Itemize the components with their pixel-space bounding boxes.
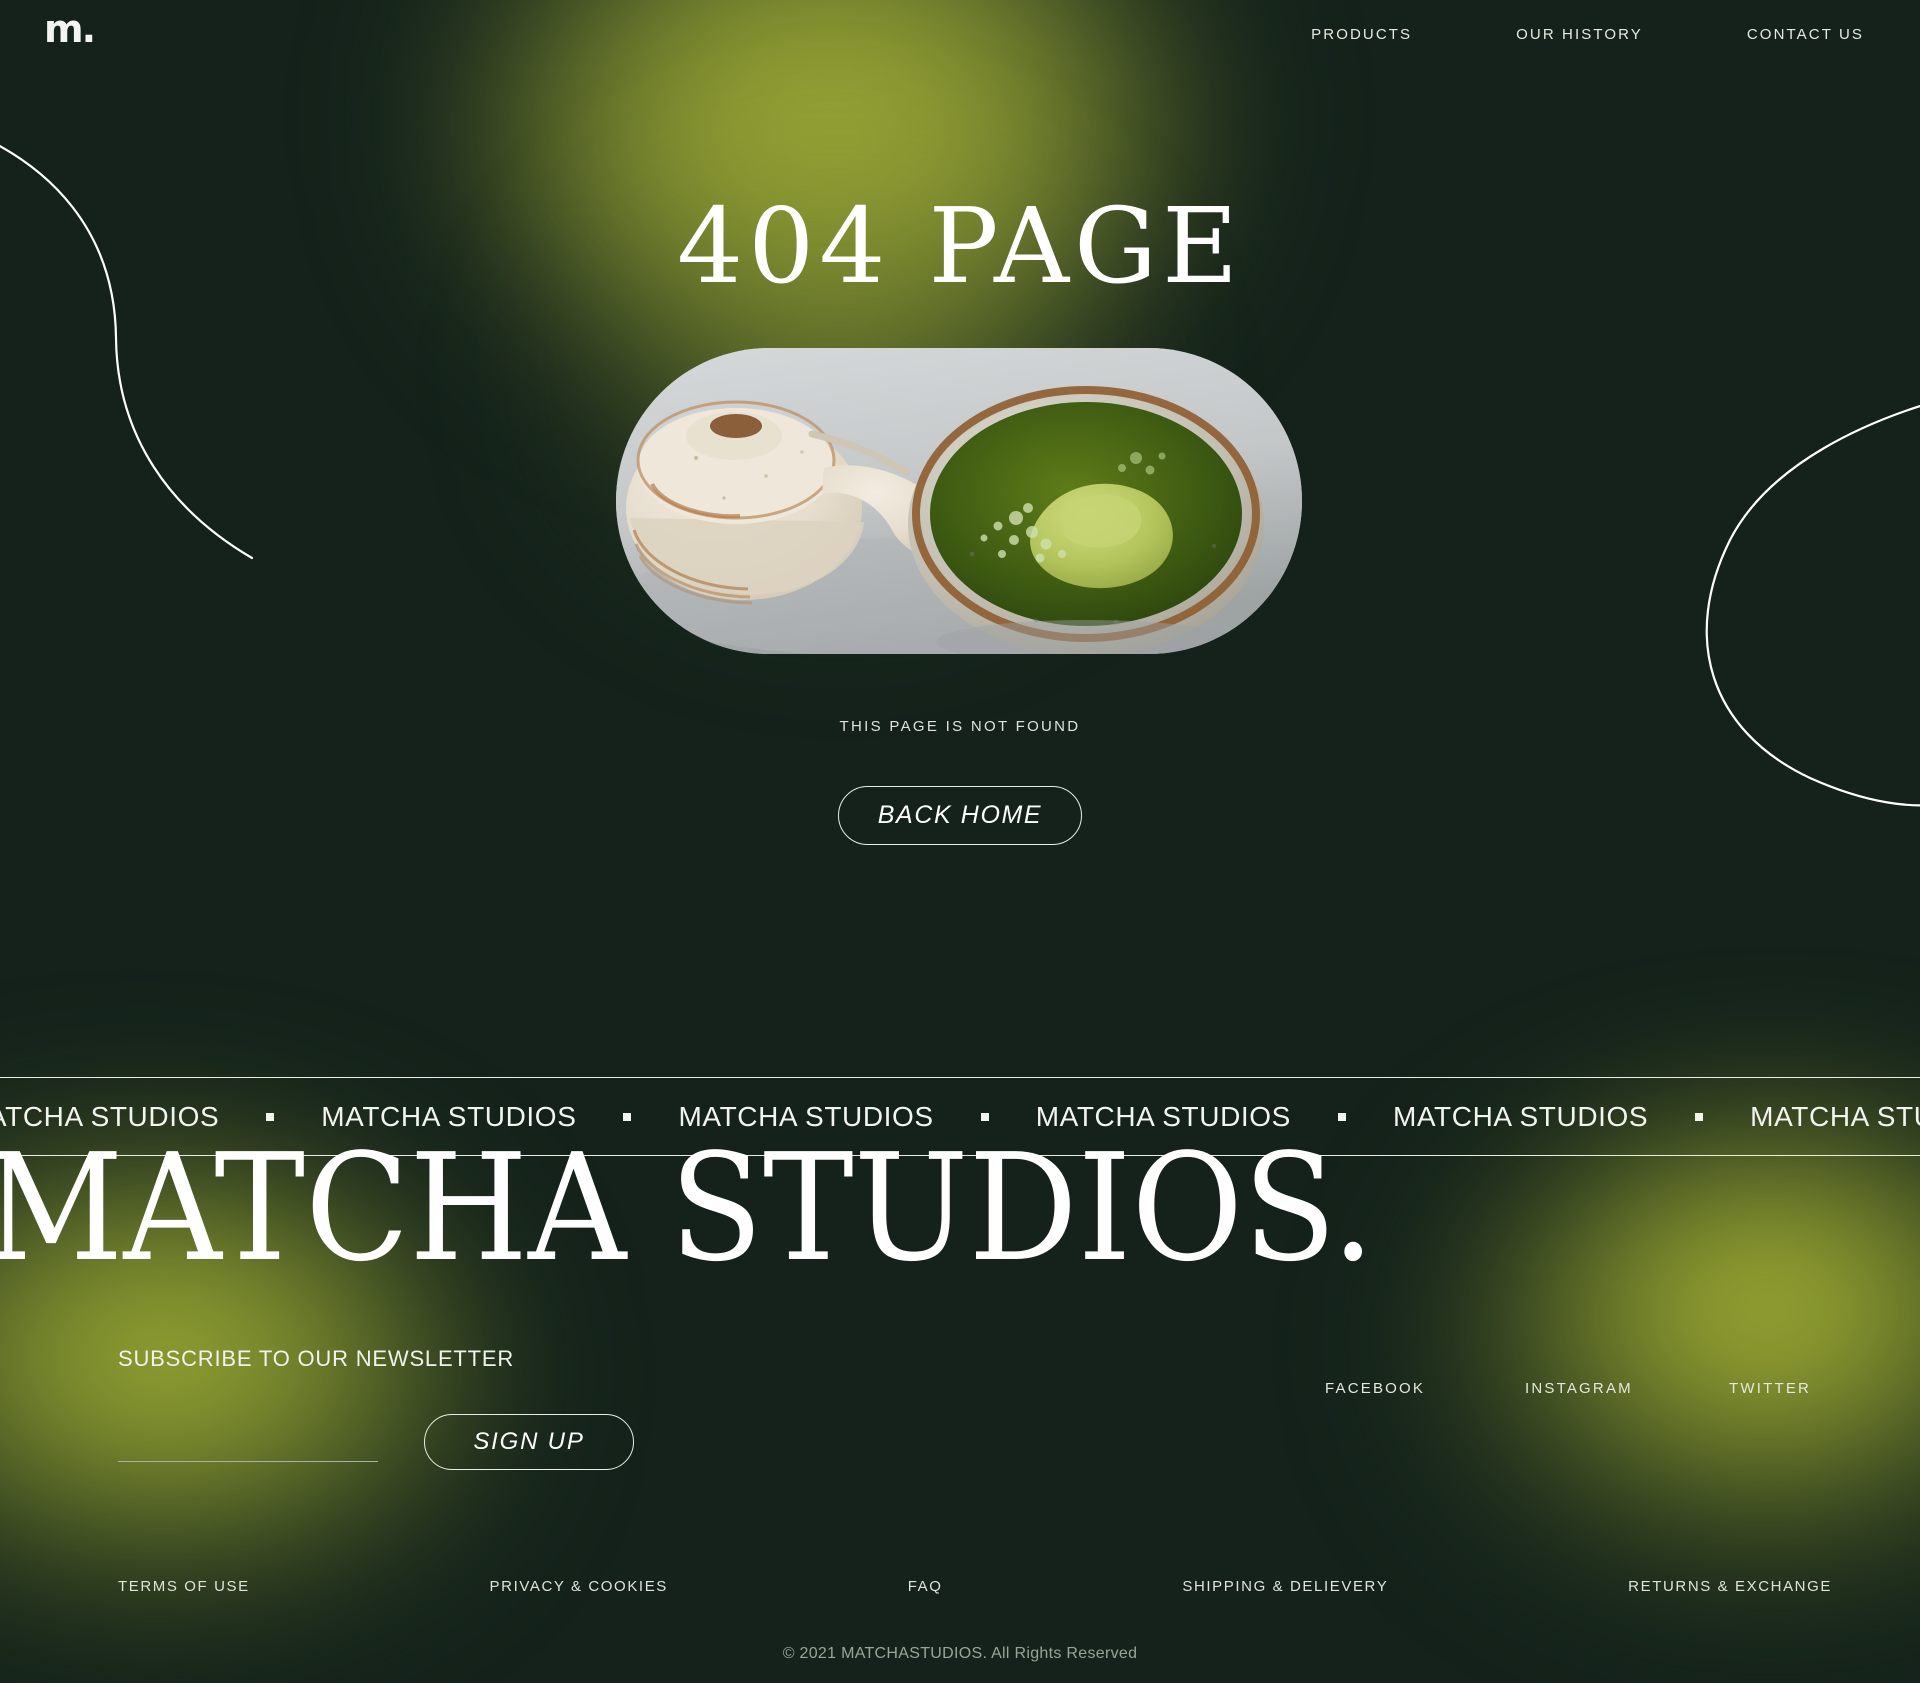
copyright-text: © 2021 MATCHASTUDIOS. All Rights Reserve…	[782, 1645, 1138, 1662]
newsletter-label: SUBSCRIBE TO OUR NEWSLETTER	[118, 1346, 515, 1371]
main-nav: PRODUCTS OUR HISTORY CONTACT US	[1311, 0, 1864, 68]
footer-link-returns-exchange[interactable]: RETURNS & EXCHANGE	[1628, 1578, 1832, 1595]
hero-section: 404 PAGE THIS PAGE IS NOT FOUND BACK HOM…	[0, 0, 1920, 1060]
sign-up-button[interactable]: SIGN UP	[424, 1414, 634, 1470]
hero-subtitle: THIS PAGE IS NOT FOUND	[839, 718, 1081, 735]
nav-item-products[interactable]: PRODUCTS	[1311, 26, 1412, 43]
footer-link-privacy-cookies[interactable]: PRIVACY & COOKIES	[490, 1578, 668, 1595]
marquee-separator-dot-icon	[1695, 1112, 1704, 1121]
footer-link-faq[interactable]: FAQ	[908, 1578, 943, 1595]
newsletter-email-input[interactable]	[118, 1422, 378, 1462]
nav-item-contact-us[interactable]: CONTACT US	[1747, 26, 1864, 43]
page-root: m. PRODUCTS OUR HISTORY CONTACT US 404 P…	[0, 0, 1920, 1683]
footer-links: TERMS OF USE PRIVACY & COOKIES FAQ SHIPP…	[118, 1578, 1832, 1595]
back-home-button[interactable]: BACK HOME	[838, 786, 1082, 845]
nav-item-our-history[interactable]: OUR HISTORY	[1516, 26, 1643, 43]
social-link-instagram[interactable]: INSTAGRAM	[1525, 1380, 1729, 1397]
marquee-item: MATCHA STUDIOS	[1750, 1100, 1920, 1132]
newsletter-form: SIGN UP	[118, 1414, 634, 1470]
social-link-twitter[interactable]: TWITTER	[1729, 1380, 1811, 1397]
marquee-separator-dot-icon	[980, 1112, 989, 1121]
social-link-facebook[interactable]: FACEBOOK	[1325, 1380, 1525, 1397]
marquee-separator-dot-icon	[266, 1112, 275, 1121]
newsletter-section: SUBSCRIBE TO OUR NEWSLETTER SIGN UP	[118, 1346, 634, 1470]
footer-brand-wordmark: MATCHA STUDIOS.	[0, 1122, 1375, 1294]
logo[interactable]: m.	[44, 10, 96, 48]
marquee-item: MATCHA STUDIOS	[1392, 1100, 1649, 1132]
marquee-separator-dot-icon	[1337, 1112, 1346, 1121]
footer-link-terms-of-use[interactable]: TERMS OF USE	[118, 1578, 250, 1595]
marquee-separator-dot-icon	[623, 1112, 632, 1121]
matcha-photo	[616, 348, 1302, 654]
page-title: 404 PAGE	[676, 185, 1244, 307]
site-header: m. PRODUCTS OUR HISTORY CONTACT US	[0, 0, 1920, 68]
social-links: FACEBOOK INSTAGRAM TWITTER	[1325, 1380, 1811, 1397]
footer-link-shipping-delivery[interactable]: SHIPPING & DELIEVERY	[1182, 1578, 1388, 1595]
back-home-wrap: BACK HOME	[0, 786, 1920, 845]
